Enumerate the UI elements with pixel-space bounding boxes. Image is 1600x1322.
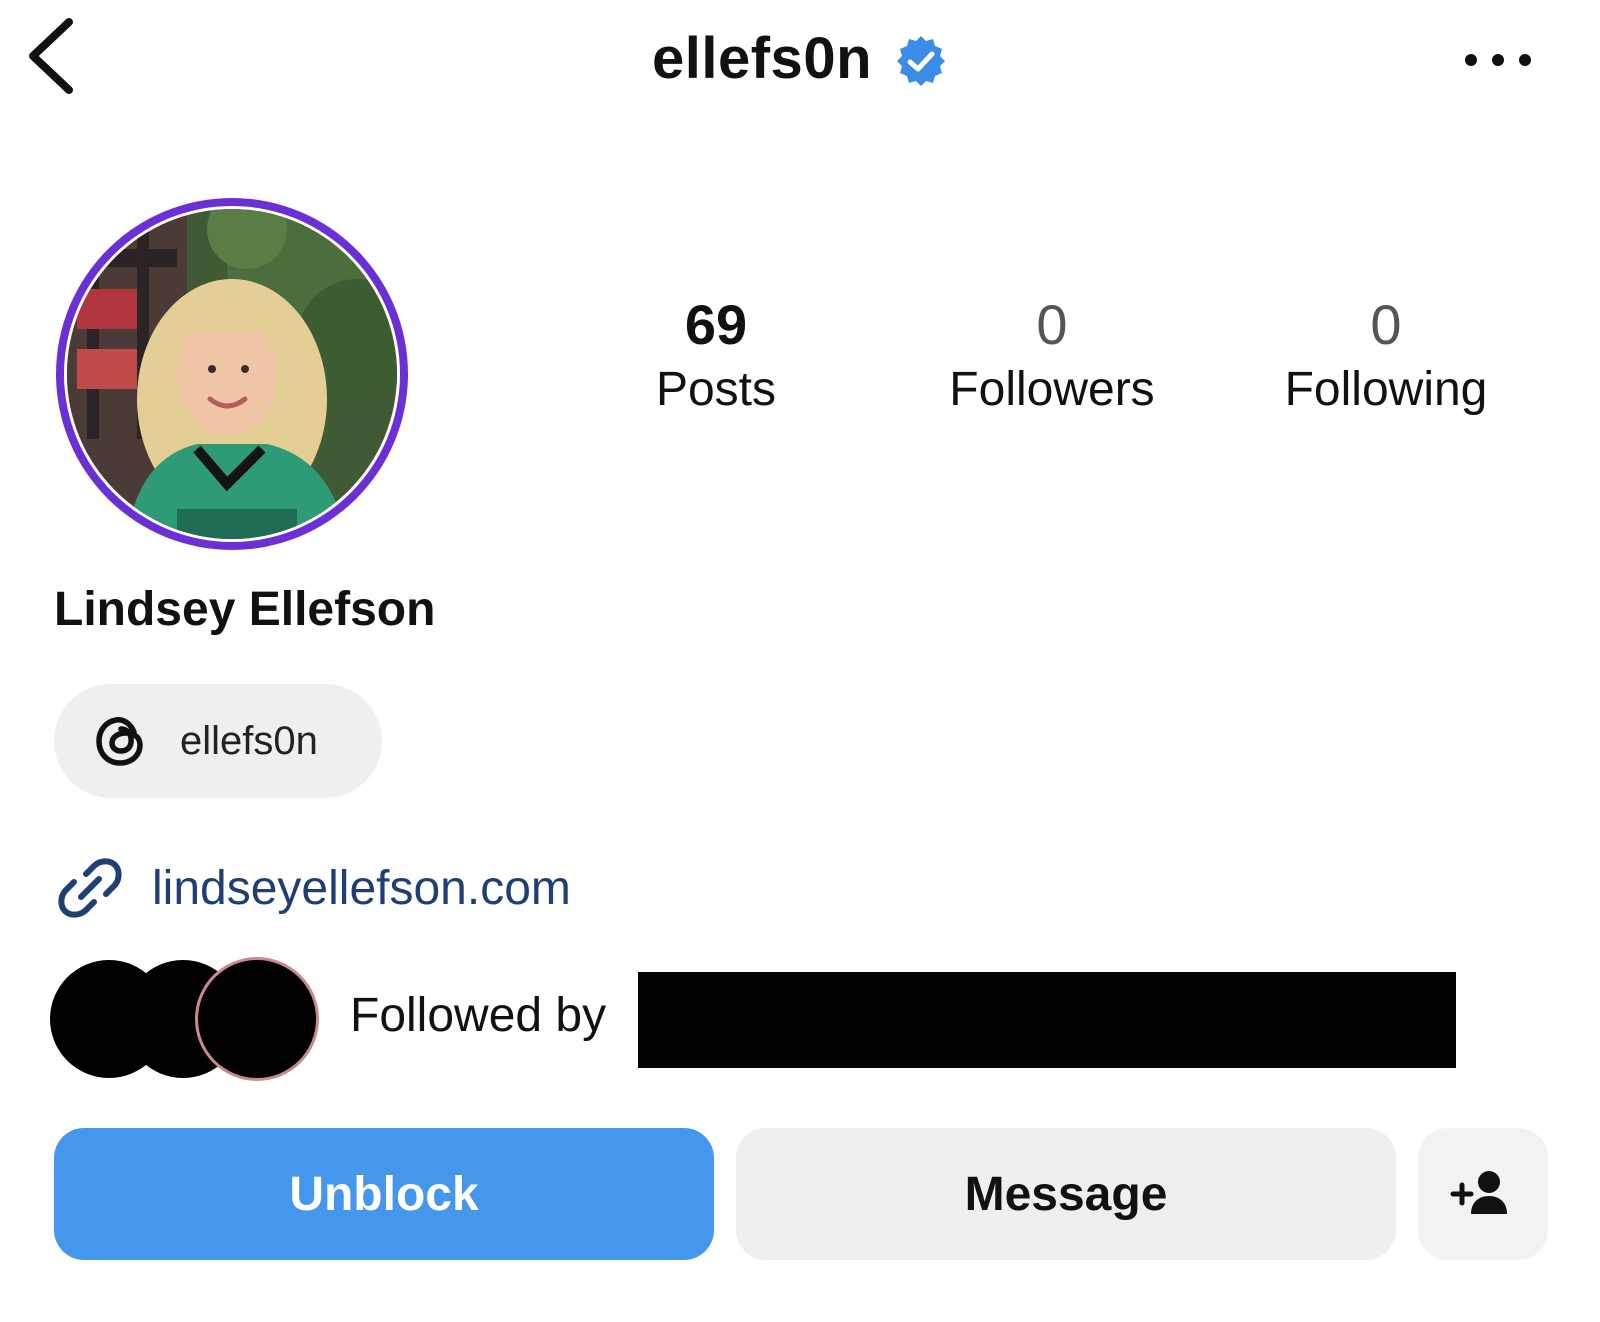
following-label: Following	[1284, 363, 1488, 416]
threads-icon	[96, 717, 143, 766]
profile-avatar[interactable]	[56, 198, 408, 550]
stat-followers[interactable]: 0 Followers	[922, 290, 1182, 420]
header-username: ellefs0n	[652, 25, 872, 91]
profile-link[interactable]: lindseyellefson.com	[54, 848, 571, 928]
following-count: 0	[1370, 293, 1402, 356]
followers-count: 0	[1036, 293, 1068, 356]
add-person-icon	[1450, 1171, 1507, 1214]
threads-handle: ellefs0n	[180, 718, 318, 763]
website-link-text: lindseyellefson.com	[152, 861, 571, 915]
link-icon	[58, 858, 122, 918]
message-button[interactable]: Message	[736, 1128, 1396, 1260]
redacted-names	[638, 972, 1456, 1068]
avatar-photo	[64, 206, 400, 542]
verified-badge-icon	[897, 36, 945, 86]
followed-by-label: Followed by	[350, 989, 607, 1042]
profile-photo-image	[67, 209, 397, 539]
followers-label: Followers	[949, 363, 1155, 416]
header-title: ellefs0n	[0, 22, 1600, 94]
posts-label: Posts	[655, 363, 777, 416]
profile-full-name: Lindsey Ellefson	[54, 583, 436, 636]
stat-following[interactable]: 0 Following	[1256, 290, 1516, 420]
more-horizontal-icon	[1465, 54, 1531, 66]
top-bar: ellefs0n	[0, 0, 1600, 130]
more-options-button[interactable]	[1452, 28, 1544, 92]
unblock-button[interactable]: Unblock	[54, 1128, 714, 1260]
stat-posts[interactable]: 69 Posts	[586, 290, 846, 420]
add-person-button[interactable]	[1418, 1128, 1548, 1260]
followed-by-row[interactable]: Followed by	[50, 960, 1470, 1080]
posts-count: 69	[684, 293, 748, 356]
threads-badge[interactable]: ellefs0n	[54, 684, 382, 798]
follower-avatar	[198, 960, 316, 1078]
